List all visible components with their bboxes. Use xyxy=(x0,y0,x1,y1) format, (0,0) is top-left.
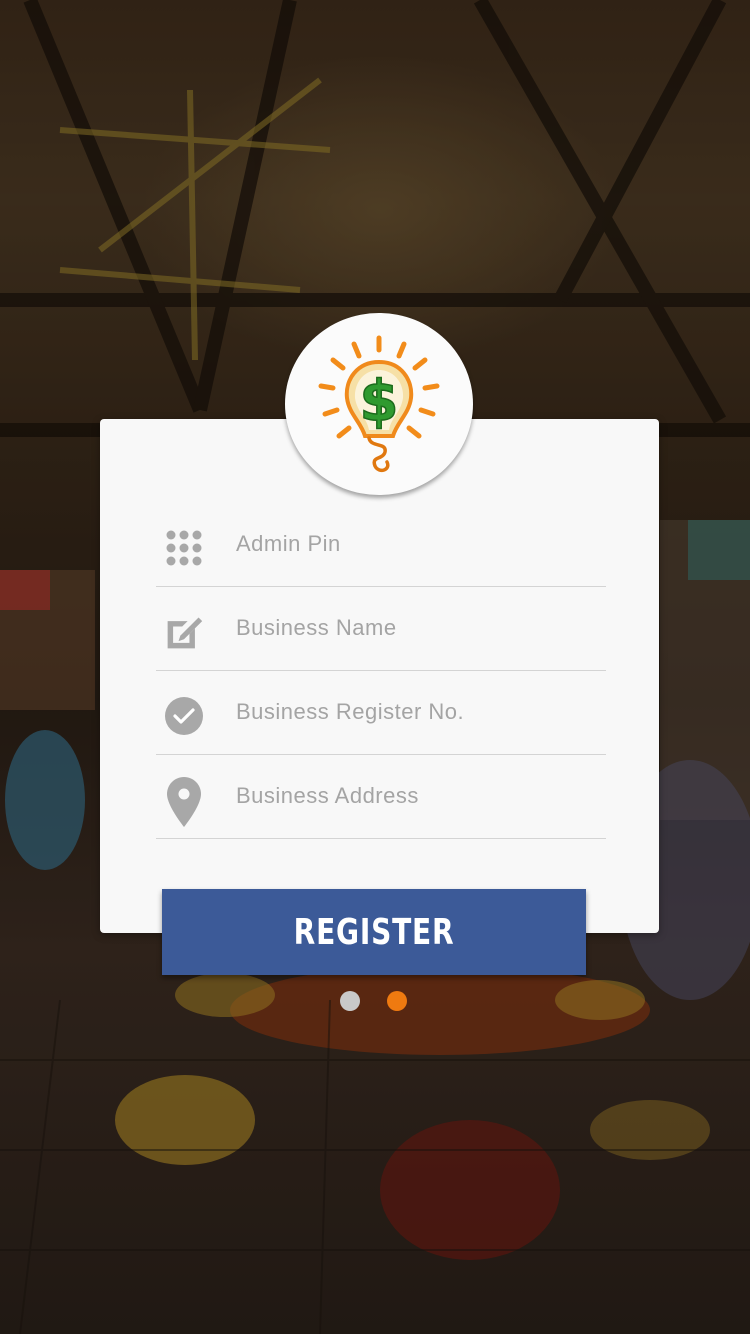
business-register-no-placeholder: Business Register No. xyxy=(236,699,465,724)
page-indicator xyxy=(340,991,420,1013)
business-address-field[interactable]: Business Address xyxy=(156,754,606,839)
business-name-placeholder: Business Name xyxy=(236,615,397,640)
business-register-no-field[interactable]: Business Register No. xyxy=(156,670,606,755)
page-dot-2-active[interactable] xyxy=(387,991,407,1011)
admin-pin-field[interactable]: Admin Pin xyxy=(156,502,606,587)
location-pin-icon xyxy=(164,776,204,828)
register-button[interactable]: REGISTER xyxy=(162,889,586,975)
edit-icon xyxy=(164,612,204,652)
business-address-placeholder: Business Address xyxy=(236,783,419,808)
business-name-field[interactable]: Business Name xyxy=(156,586,606,671)
svg-text:$: $ xyxy=(360,369,399,434)
app-logo: $ xyxy=(285,313,473,495)
lightbulb-dollar-icon: $ xyxy=(318,335,440,473)
check-circle-icon xyxy=(164,696,204,736)
admin-pin-placeholder: Admin Pin xyxy=(236,531,341,556)
keypad-icon xyxy=(164,528,204,568)
register-button-label: REGISTER xyxy=(293,911,455,953)
page-dot-1[interactable] xyxy=(340,991,360,1011)
